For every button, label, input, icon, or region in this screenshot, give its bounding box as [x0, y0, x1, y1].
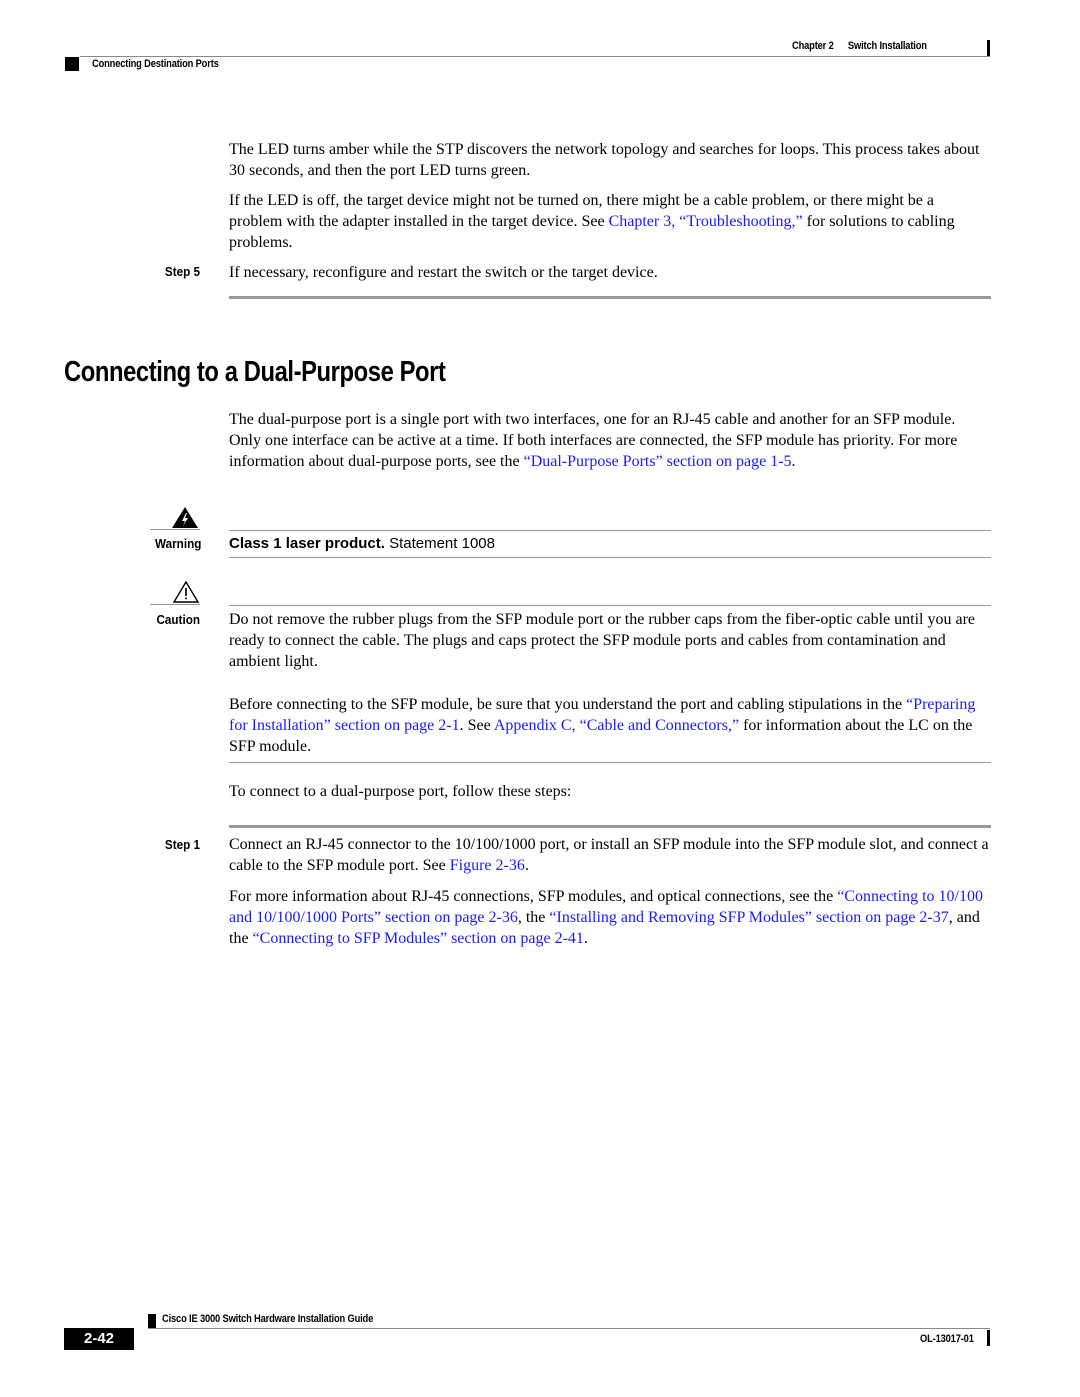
step-5-text: If necessary, reconfigure and restart th…	[229, 264, 658, 281]
figure-2-36-link[interactable]: Figure 2-36	[450, 857, 525, 874]
step-1-more-info: For more information about RJ-45 connect…	[229, 886, 991, 949]
step-1-text: Connect an RJ-45 connector to the 10/100…	[229, 834, 991, 876]
intro-paragraph-1: The LED turns amber while the STP discov…	[229, 141, 980, 179]
section-title: Connecting to a Dual-Purpose Port	[64, 356, 446, 388]
footer-guide-title: Cisco IE 3000 Switch Hardware Installati…	[162, 1313, 374, 1325]
warning-text: Class 1 laser product. Statement 1008	[229, 535, 495, 552]
text: Connect an RJ-45 connector to the 10/100…	[229, 836, 989, 874]
steps-top-rule	[229, 825, 991, 828]
chapter-number: Chapter 2	[792, 40, 834, 52]
page-number: 2-42	[64, 1328, 134, 1350]
warning-statement: Statement 1008	[384, 535, 495, 552]
caution-top-rule	[229, 605, 991, 606]
text: .	[524, 857, 529, 874]
caution-bottom-rule	[229, 762, 991, 763]
caution-label-rule	[150, 604, 200, 605]
steps-intro: To connect to a dual-purpose port, follo…	[229, 783, 572, 800]
footer-marker	[148, 1314, 156, 1328]
warning-bottom-rule	[229, 557, 991, 558]
intro-paragraph-2: If the LED is off, the target device mig…	[229, 190, 991, 253]
text: , the	[517, 909, 550, 926]
text: .	[583, 930, 588, 947]
step-1-label: Step 1	[164, 837, 200, 852]
footer-end-marker	[987, 1330, 990, 1346]
header-rule	[80, 56, 990, 57]
text: For more information about RJ-45 connect…	[229, 888, 838, 905]
installing-sfp-link[interactable]: “Installing and Removing SFP Modules” se…	[549, 909, 948, 926]
section-paragraph: The dual-purpose port is a single port w…	[229, 409, 991, 472]
header-section: Connecting Destination Ports	[92, 58, 219, 70]
dual-purpose-ports-link[interactable]: “Dual-Purpose Ports” section on page 1-5	[524, 453, 792, 470]
caution-paragraph-2: Before connecting to the SFP module, be …	[229, 694, 991, 757]
text: . See	[459, 717, 494, 734]
footer-rule	[148, 1328, 990, 1329]
caution-label: Caution	[156, 612, 200, 627]
warning-bold: Class 1 laser product.	[229, 535, 385, 552]
header-chapter: Chapter 2 Switch Installation	[792, 40, 927, 52]
appendix-c-link[interactable]: Appendix C, “Cable and Connectors,”	[494, 717, 739, 734]
warning-icon	[172, 507, 198, 528]
text: Before connecting to the SFP module, be …	[229, 696, 907, 713]
troubleshooting-link[interactable]: Chapter 3, “Troubleshooting,”	[609, 213, 803, 230]
header-marker	[987, 40, 990, 56]
warning-label: Warning	[155, 536, 202, 551]
caution-paragraph-1: Do not remove the rubber plugs from the …	[229, 611, 975, 670]
footer-doc-id: OL-13017-01	[920, 1333, 974, 1345]
section-marker	[65, 57, 79, 71]
step-5-label: Step 5	[164, 264, 200, 279]
warning-top-rule	[229, 530, 991, 531]
step-end-rule	[229, 296, 991, 299]
warning-label-rule	[150, 529, 200, 530]
connecting-sfp-link[interactable]: “Connecting to SFP Modules” section on p…	[253, 930, 584, 947]
caution-icon	[172, 580, 200, 603]
text: .	[791, 453, 796, 470]
chapter-title: Switch Installation	[847, 40, 927, 52]
